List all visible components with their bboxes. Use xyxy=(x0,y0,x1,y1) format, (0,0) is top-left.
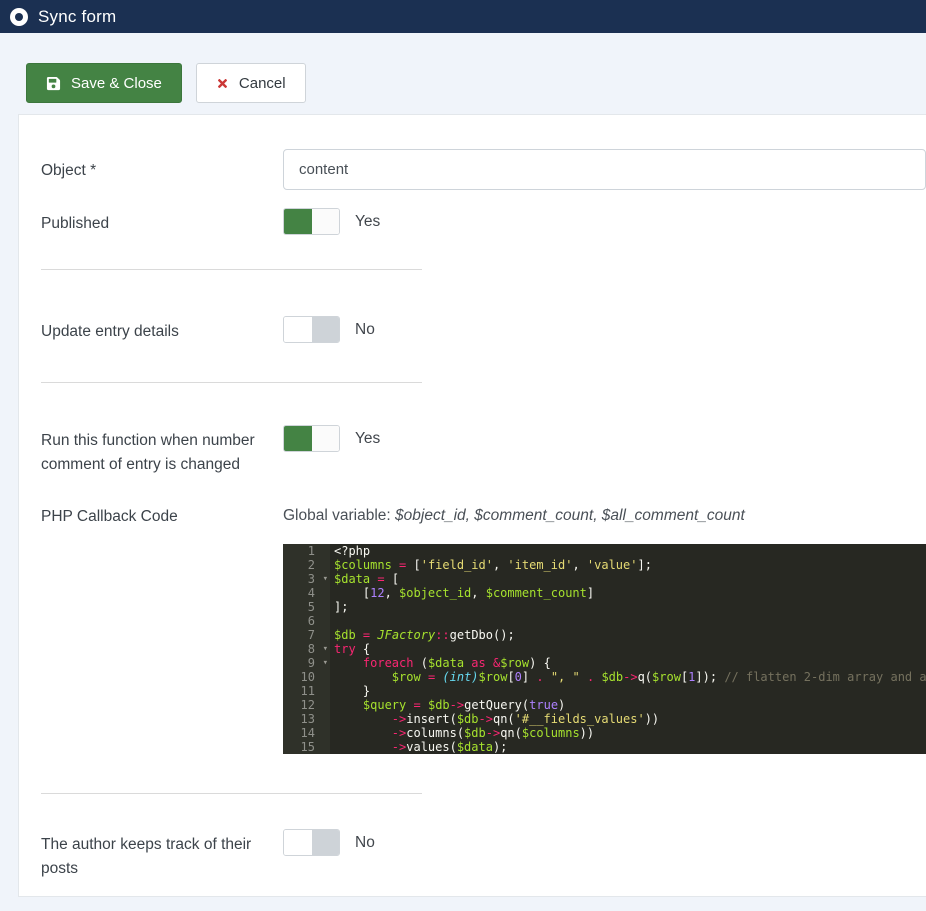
code-line xyxy=(334,614,926,628)
component-icon xyxy=(10,8,28,26)
gutter-line-number: 10 xyxy=(283,670,330,684)
component-icon-dot xyxy=(15,13,23,21)
toggle-track xyxy=(284,209,312,234)
gutter-line-number: 7 xyxy=(283,628,330,642)
field-published: Published Yes xyxy=(41,208,926,236)
toggle-track xyxy=(284,317,312,342)
code-line: $data = [ xyxy=(334,572,926,586)
author-track-state-label: No xyxy=(355,834,375,852)
toggle-track xyxy=(284,830,312,855)
fold-marker-icon[interactable]: ▾ xyxy=(323,643,328,655)
code-line: $columns = ['field_id', 'item_id', 'valu… xyxy=(334,558,926,572)
cancel-label: Cancel xyxy=(239,75,286,92)
code-line: ]; xyxy=(334,600,926,614)
php-callback-label: PHP Callback Code xyxy=(41,505,283,529)
gutter-line-number: 3▾ xyxy=(283,572,330,586)
code-line: try { xyxy=(334,642,926,656)
field-update-entry: Update entry details No xyxy=(41,316,926,344)
code-line: ->values($data); xyxy=(334,740,926,754)
run-function-toggle[interactable] xyxy=(283,425,340,452)
gutter-line-number: 4 xyxy=(283,586,330,600)
field-object: Object * xyxy=(41,149,926,190)
toggle-knob xyxy=(312,209,340,234)
object-input[interactable] xyxy=(283,149,926,190)
update-entry-toggle[interactable] xyxy=(283,316,340,343)
editor-code[interactable]: <?php$columns = ['field_id', 'item_id', … xyxy=(330,544,926,754)
gutter-line-number: 12 xyxy=(283,698,330,712)
gutter-line-number: 13 xyxy=(283,712,330,726)
code-line: ->columns($db->qn($columns)) xyxy=(334,726,926,740)
update-entry-label: Update entry details xyxy=(41,316,283,344)
global-variables-note: Global variable: $object_id, $comment_co… xyxy=(283,505,926,525)
code-line: [12, $object_id, $comment_count] xyxy=(334,586,926,600)
divider-1 xyxy=(41,269,422,270)
toggle-knob xyxy=(312,426,340,451)
gutter-line-number: 11 xyxy=(283,684,330,698)
gutter-line-number: 9▾ xyxy=(283,656,330,670)
author-track-label: The author keeps track of their posts xyxy=(41,829,283,881)
toggle-knob xyxy=(312,317,340,342)
author-track-toggle[interactable] xyxy=(283,829,340,856)
code-line: } xyxy=(334,684,926,698)
toolbar: Save & Close Cancel xyxy=(0,33,926,114)
cancel-icon xyxy=(216,77,229,90)
published-toggle[interactable] xyxy=(283,208,340,235)
gutter-line-number: 14 xyxy=(283,726,330,740)
gutter-line-number: 2 xyxy=(283,558,330,572)
divider-3 xyxy=(41,793,422,794)
global-variables-prefix: Global variable: xyxy=(283,507,395,524)
code-line: $row = (int)$row[0] . ", " . $db->q($row… xyxy=(334,670,926,684)
gutter-line-number: 8▾ xyxy=(283,642,330,656)
header: Sync form xyxy=(0,0,926,33)
cancel-button[interactable]: Cancel xyxy=(196,63,306,103)
field-run-function: Run this function when number comment of… xyxy=(41,425,926,477)
editor-gutter: 123▾45678▾9▾101112131415 xyxy=(283,544,330,754)
form-card: Object * Published Yes Update entry deta… xyxy=(18,114,926,897)
run-function-state-label: Yes xyxy=(355,430,380,448)
php-code-editor[interactable]: 123▾45678▾9▾101112131415 <?php$columns =… xyxy=(283,544,926,754)
fold-marker-icon[interactable]: ▾ xyxy=(323,657,328,669)
published-state-label: Yes xyxy=(355,213,380,231)
gutter-line-number: 6 xyxy=(283,614,330,628)
field-php-callback: PHP Callback Code Global variable: $obje… xyxy=(41,505,926,754)
field-author-track: The author keeps track of their posts No xyxy=(41,829,926,881)
code-line: ->insert($db->qn('#__fields_values')) xyxy=(334,712,926,726)
fold-marker-icon[interactable]: ▾ xyxy=(323,573,328,585)
run-function-label: Run this function when number comment of… xyxy=(41,425,283,477)
gutter-line-number: 1 xyxy=(283,544,330,558)
global-variables-list: $object_id, $comment_count, $all_comment… xyxy=(395,507,745,524)
toggle-knob xyxy=(312,830,340,855)
code-line: $query = $db->getQuery(true) xyxy=(334,698,926,712)
code-line: foreach ($data as &$row) { xyxy=(334,656,926,670)
published-label: Published xyxy=(41,208,283,236)
save-close-button[interactable]: Save & Close xyxy=(26,63,182,103)
gutter-line-number: 15 xyxy=(283,740,330,754)
gutter-line-number: 5 xyxy=(283,600,330,614)
save-icon xyxy=(46,76,61,91)
save-close-label: Save & Close xyxy=(71,75,162,92)
code-line: <?php xyxy=(334,544,926,558)
update-entry-state-label: No xyxy=(355,321,375,339)
code-line: $db = JFactory::getDbo(); xyxy=(334,628,926,642)
page-title: Sync form xyxy=(38,7,116,27)
toggle-track xyxy=(284,426,312,451)
object-label: Object * xyxy=(41,149,283,183)
divider-2 xyxy=(41,382,422,383)
